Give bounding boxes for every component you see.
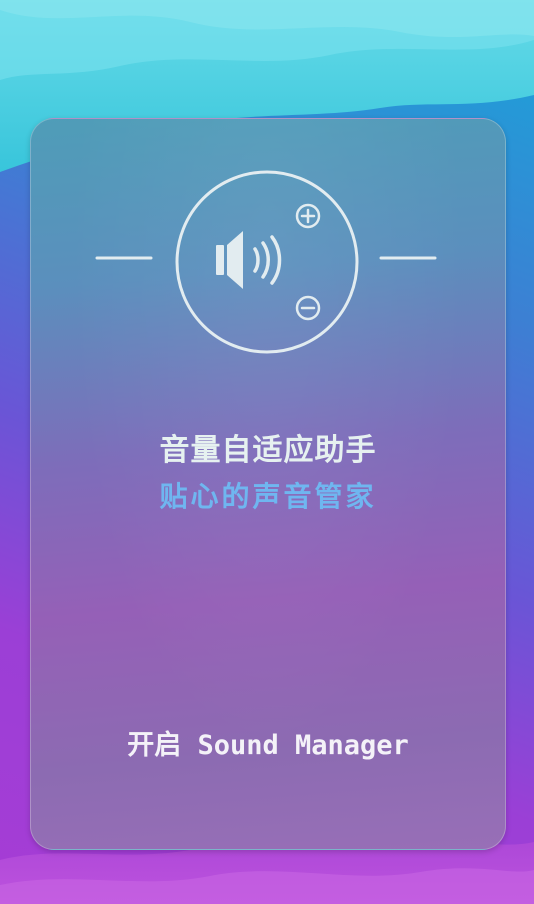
app-title: 音量自适应助手: [159, 433, 377, 468]
main-card: 音量自适应助手 贴心的声音管家 开启 Sound Manager: [30, 118, 506, 850]
speaker-volume-icon: [95, 170, 437, 354]
app-subtitle: 贴心的声音管家: [159, 480, 377, 513]
start-sound-manager-button[interactable]: 开启 Sound Manager: [91, 717, 445, 775]
